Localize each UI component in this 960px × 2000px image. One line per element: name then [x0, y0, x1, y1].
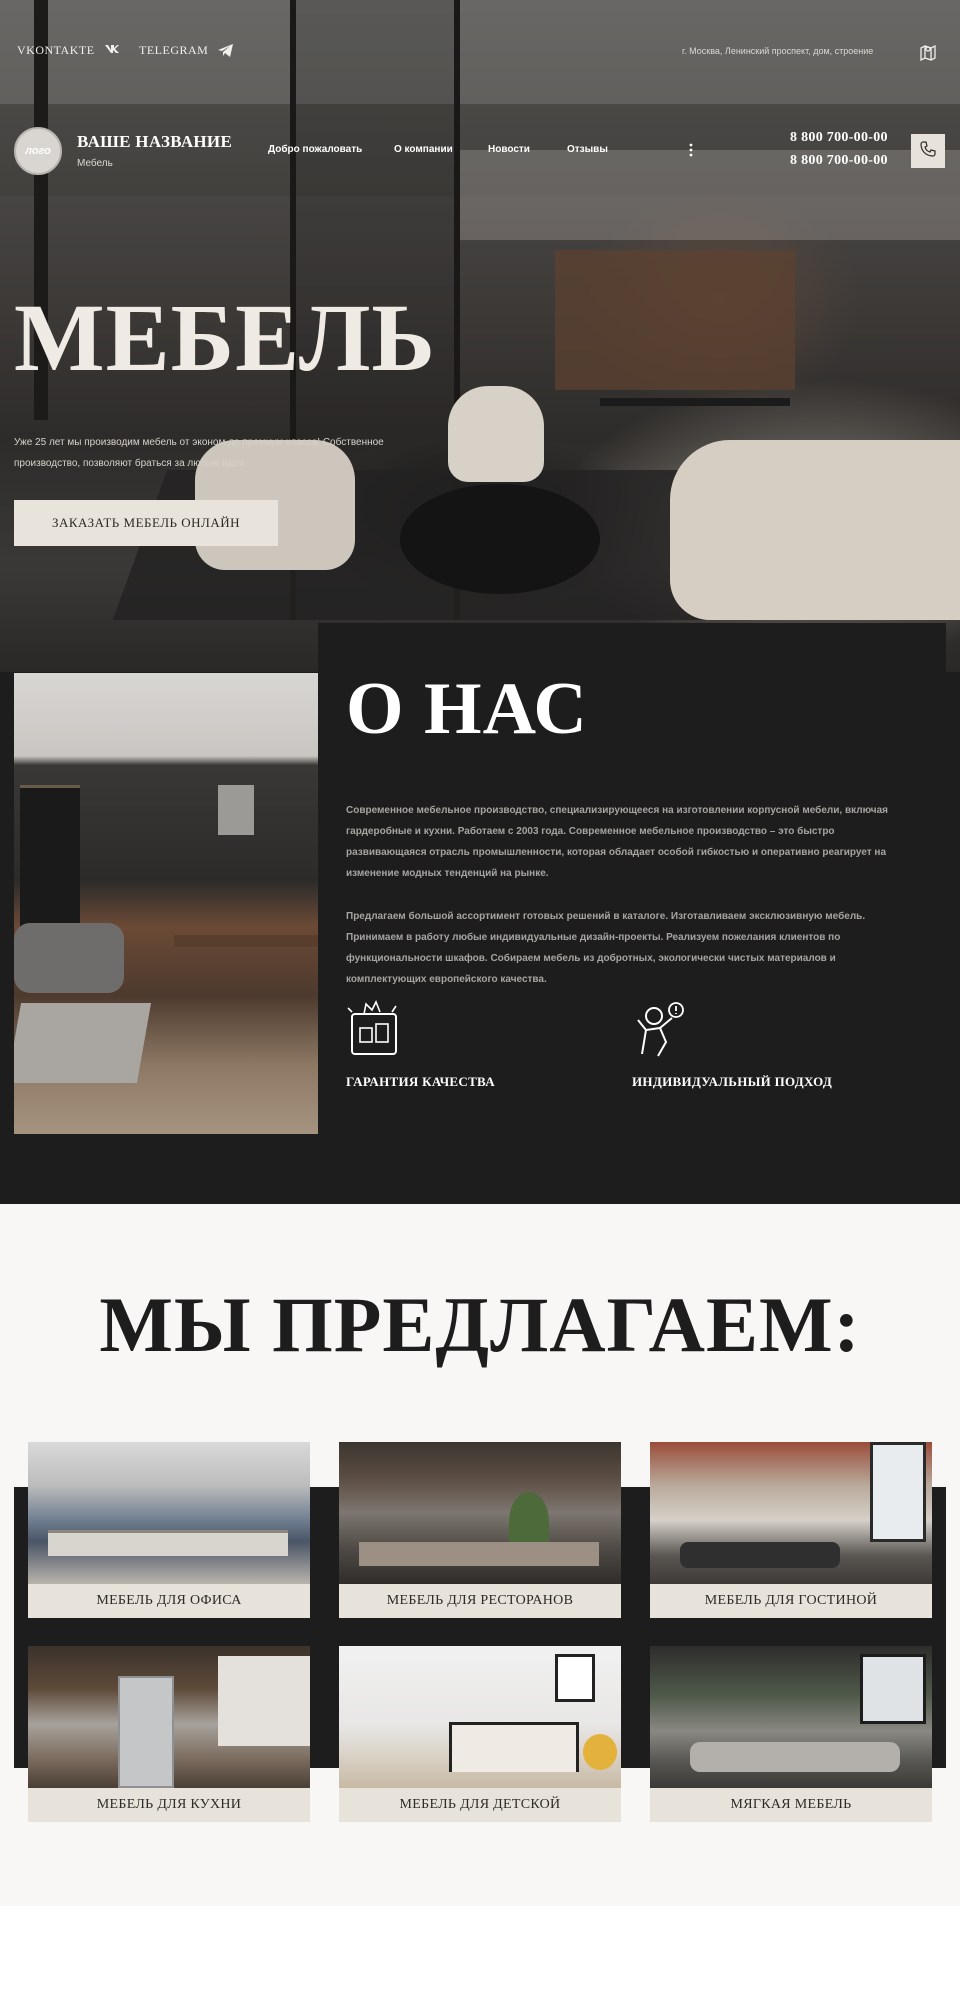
- category-label-kids-room: МЕБЕЛЬ ДЛЯ ДЕТСКОЙ: [339, 1788, 621, 1822]
- hero-section: VKONTAKTE TELEGRAM г. Москва, Ленинский …: [0, 0, 960, 672]
- photo-sofa: [14, 923, 124, 993]
- telegram-icon[interactable]: [217, 43, 233, 57]
- nav-item-welcome[interactable]: Добро пожаловать: [268, 144, 362, 155]
- category-card-kids-room[interactable]: МЕБЕЛЬ ДЛЯ ДЕТСКОЙ: [339, 1646, 621, 1822]
- vk-icon[interactable]: [104, 42, 120, 56]
- about-kitchen-photo: [14, 673, 318, 1134]
- about-paragraph-2: Предлагаем большой ассортимент готовых р…: [346, 911, 866, 985]
- category-label-restaurant: МЕБЕЛЬ ДЛЯ РЕСТОРАНОВ: [339, 1584, 621, 1618]
- brand-subtitle: Мебель: [77, 158, 113, 169]
- map-icon[interactable]: [918, 42, 938, 62]
- photo-yellow-chair: [583, 1734, 617, 1770]
- hero-dining-table: [600, 398, 790, 406]
- photo-chairs: [359, 1542, 599, 1566]
- category-label-kitchen: МЕБЕЛЬ ДЛЯ КУХНИ: [28, 1788, 310, 1822]
- category-card-kitchen[interactable]: МЕБЕЛЬ ДЛЯ КУХНИ: [28, 1646, 310, 1822]
- photo-hood: [218, 785, 254, 835]
- feature-label-individual: ИНДИВИДУАЛЬНЫЙ ПОДХОД: [632, 1074, 833, 1089]
- hero-title: МЕБЕЛЬ: [14, 284, 436, 391]
- hero-sofa: [670, 440, 960, 620]
- about-title: О НАС: [346, 668, 588, 750]
- order-online-button[interactable]: ЗАКАЗАТЬ МЕБЕЛЬ ОНЛАЙН: [14, 500, 278, 546]
- photo-rug: [14, 1003, 152, 1083]
- nav-item-news[interactable]: Новости: [488, 144, 530, 155]
- soft-furniture-photo: [650, 1646, 932, 1788]
- phone-icon: [920, 140, 936, 162]
- nav-item-about[interactable]: О компании: [394, 144, 453, 155]
- photo-windows-dark: [860, 1654, 926, 1724]
- photo-windows: [870, 1442, 926, 1542]
- photo-desks: [48, 1530, 288, 1556]
- kitchen-photo: [28, 1646, 310, 1788]
- photo-tiles: [218, 1656, 310, 1746]
- quality-guarantee-icon: [346, 1000, 402, 1060]
- telegram-link[interactable]: TELEGRAM: [139, 43, 208, 58]
- restaurant-photo: [339, 1442, 621, 1584]
- hero-description: Уже 25 лет мы производим мебель от эконо…: [14, 437, 384, 469]
- hero-wood-wall: [555, 250, 795, 390]
- category-card-living-room[interactable]: МЕБЕЛЬ ДЛЯ ГОСТИНОЙ: [650, 1442, 932, 1618]
- category-card-office[interactable]: МЕБЕЛЬ ДЛЯ ОФИСА: [28, 1442, 310, 1618]
- vertical-dots-icon[interactable]: [686, 142, 696, 158]
- category-card-restaurant[interactable]: МЕБЕЛЬ ДЛЯ РЕСТОРАНОВ: [339, 1442, 621, 1618]
- photo-bed: [449, 1722, 579, 1772]
- offer-title: МЫ ПРЕДЛАГАЕМ:: [99, 1281, 861, 1368]
- photo-sofa-grey: [690, 1742, 900, 1772]
- office-photo: [28, 1442, 310, 1584]
- vkontakte-link[interactable]: VKONTAKTE: [17, 43, 95, 58]
- hero-armchair-back: [448, 386, 544, 482]
- brand-name[interactable]: ВАШЕ НАЗВАНИЕ: [77, 132, 232, 152]
- kids-room-photo: [339, 1646, 621, 1788]
- photo-poster: [555, 1654, 595, 1702]
- individual-approach-icon: [632, 1000, 688, 1060]
- photo-shelves: [20, 785, 80, 935]
- feature-label-quality: ГАРАНТИЯ КАЧЕСТВА: [346, 1074, 495, 1089]
- callback-button[interactable]: [911, 134, 945, 168]
- photo-table: [174, 935, 318, 947]
- hero-coffee-table: [400, 484, 600, 594]
- category-label-office: МЕБЕЛЬ ДЛЯ ОФИСА: [28, 1584, 310, 1618]
- nav-item-reviews[interactable]: Отзывы: [567, 144, 608, 155]
- phone-number-2[interactable]: 8 800 700-00-00: [790, 153, 888, 169]
- logo-text: лого: [25, 145, 51, 157]
- living-room-photo: [650, 1442, 932, 1584]
- category-card-soft-furniture[interactable]: МЯГКАЯ МЕБЕЛЬ: [650, 1646, 932, 1822]
- phone-number-1[interactable]: 8 800 700-00-00: [790, 130, 888, 146]
- photo-fridge: [118, 1676, 174, 1788]
- category-label-living-room: МЕБЕЛЬ ДЛЯ ГОСТИНОЙ: [650, 1584, 932, 1618]
- address-text: г. Москва, Ленинский проспект, дом, стро…: [682, 46, 874, 56]
- logo[interactable]: лого: [14, 127, 62, 175]
- photo-sofa-set: [680, 1542, 840, 1568]
- about-paragraph-1: Современное мебельное производство, спец…: [346, 805, 888, 879]
- category-label-soft-furniture: МЯГКАЯ МЕБЕЛЬ: [650, 1788, 932, 1822]
